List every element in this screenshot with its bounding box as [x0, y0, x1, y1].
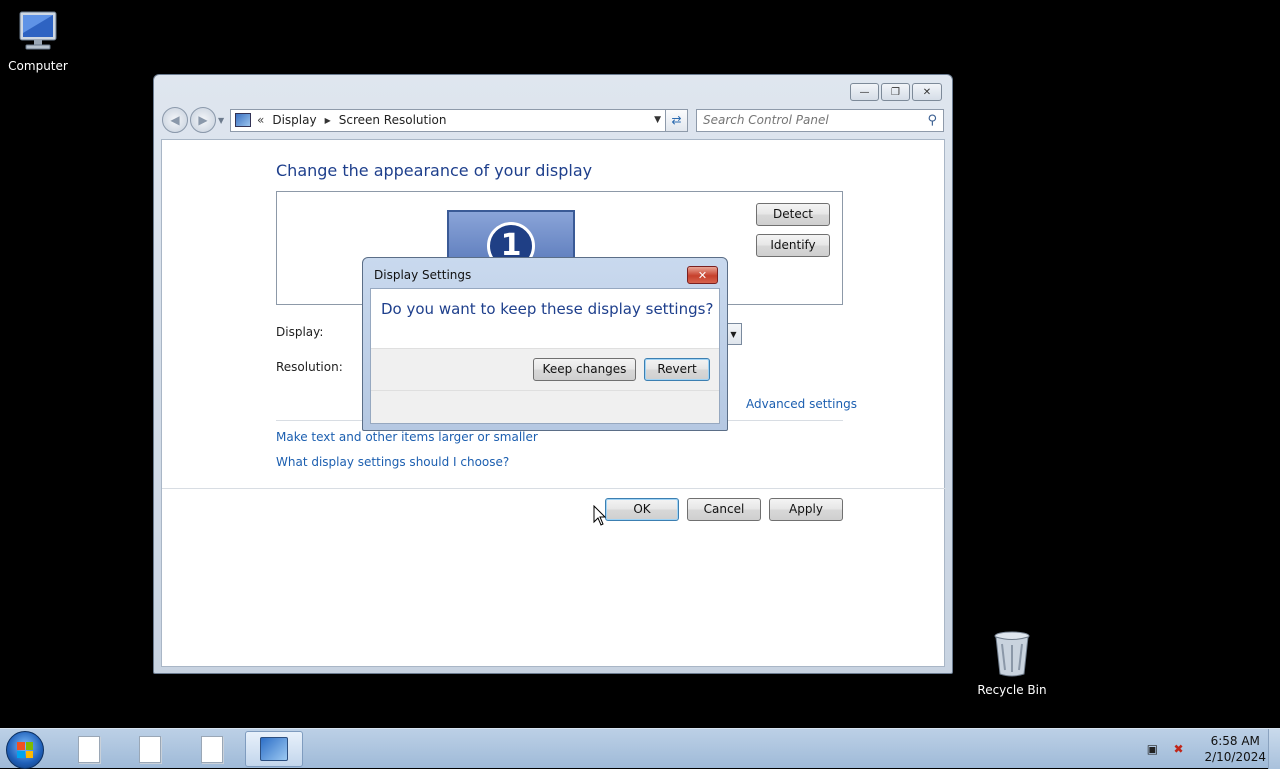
detect-button[interactable]: Detect: [756, 203, 830, 226]
refresh-button[interactable]: ⇄: [666, 108, 688, 132]
search-input[interactable]: [703, 113, 928, 127]
ok-button[interactable]: OK: [605, 498, 679, 521]
advanced-settings-link[interactable]: Advanced settings: [746, 397, 857, 411]
search-box: ⚲: [696, 108, 944, 132]
forward-arrow-icon: ▶: [198, 113, 208, 127]
mouse-cursor-icon: [593, 505, 607, 526]
document-icon: [78, 735, 100, 763]
start-button[interactable]: [6, 731, 44, 769]
network-icon[interactable]: ▣: [1144, 741, 1160, 757]
page-title: Change the appearance of your display: [276, 161, 593, 180]
dialog-title: Display Settings: [374, 268, 472, 282]
desktop: Computer Recycle Bin — ❐ ✕ ◀ ▶ ▼ « Displ…: [0, 0, 1280, 728]
minimize-button[interactable]: —: [850, 83, 879, 101]
address-dropdown-icon[interactable]: ▼: [654, 115, 661, 125]
windows-logo-icon: [17, 742, 33, 758]
back-button[interactable]: ◀: [162, 107, 188, 133]
taskbar-item-document-1[interactable]: [60, 731, 118, 767]
clock-date: 2/10/2024: [1204, 750, 1266, 764]
chevron-down-icon: ▼: [730, 329, 737, 339]
recycle-bin-icon: [994, 631, 1030, 677]
clock[interactable]: 6:58 AM 2/10/2024: [1204, 733, 1266, 765]
breadcrumb-separator-icon[interactable]: ▶: [325, 116, 331, 125]
system-tray: ▣ ✖ 6:58 AM 2/10/2024: [1144, 731, 1266, 767]
taskbar-item-control-panel[interactable]: [245, 731, 303, 767]
dialog-close-button[interactable]: ✕: [687, 266, 718, 284]
taskbar-item-document-2[interactable]: [121, 731, 179, 767]
identify-button[interactable]: Identify: [756, 234, 830, 257]
desktop-icon-label: Computer: [8, 59, 68, 73]
close-icon: ✕: [697, 268, 708, 282]
display-label: Display:: [276, 325, 324, 339]
cancel-button[interactable]: Cancel: [687, 498, 761, 521]
divider: [162, 488, 946, 489]
clock-time: 6:58 AM: [1210, 734, 1260, 748]
refresh-icon: ⇄: [671, 113, 682, 127]
taskbar-item-document-3[interactable]: [183, 731, 241, 767]
document-icon: [201, 735, 223, 763]
text-size-link[interactable]: Make text and other items larger or smal…: [276, 430, 538, 444]
breadcrumb-display[interactable]: Display: [272, 113, 316, 127]
dialog-message-area: Do you want to keep these display settin…: [371, 289, 719, 349]
apply-button[interactable]: Apply: [769, 498, 843, 521]
control-panel-icon: [235, 113, 251, 127]
revert-button[interactable]: Revert: [644, 358, 710, 381]
resolution-label: Resolution:: [276, 360, 343, 374]
breadcrumb-overflow[interactable]: «: [257, 113, 264, 127]
address-bar[interactable]: « Display ▶ Screen Resolution ▼: [230, 108, 666, 132]
computer-icon: [19, 11, 57, 50]
display-help-link[interactable]: What display settings should I choose?: [276, 455, 509, 469]
forward-button[interactable]: ▶: [190, 107, 216, 133]
restore-icon: ❐: [891, 86, 900, 98]
taskbar: ▣ ✖ 6:58 AM 2/10/2024: [0, 728, 1280, 769]
breadcrumb-screen-resolution[interactable]: Screen Resolution: [339, 113, 447, 127]
maximize-button[interactable]: ❐: [881, 83, 910, 101]
control-panel-icon: [260, 737, 288, 761]
desktop-icon-computer[interactable]: Computer: [0, 8, 76, 73]
close-icon: ✕: [922, 86, 932, 98]
dialog-body: Do you want to keep these display settin…: [370, 288, 720, 424]
minimize-icon: —: [859, 86, 870, 98]
show-desktop-button[interactable]: [1268, 729, 1280, 769]
display-settings-dialog: Display Settings ✕ Do you want to keep t…: [362, 257, 728, 431]
desktop-icon-recycle-bin[interactable]: Recycle Bin: [974, 630, 1050, 697]
document-icon: [139, 735, 161, 763]
back-arrow-icon: ◀: [170, 113, 180, 127]
dialog-question: Do you want to keep these display settin…: [381, 300, 714, 318]
search-icon[interactable]: ⚲: [927, 113, 937, 128]
recent-pages-dropdown[interactable]: ▼: [218, 116, 228, 125]
volume-muted-icon[interactable]: ✖: [1170, 741, 1186, 757]
keep-changes-button[interactable]: Keep changes: [533, 358, 636, 381]
navigation-bar: ◀ ▶ ▼ « Display ▶ Screen Resolution ▼ ⇄ …: [162, 107, 944, 133]
close-button[interactable]: ✕: [912, 83, 942, 101]
divider: [371, 390, 719, 391]
window-controls: — ❐ ✕: [850, 83, 942, 101]
desktop-icon-label: Recycle Bin: [977, 683, 1047, 697]
